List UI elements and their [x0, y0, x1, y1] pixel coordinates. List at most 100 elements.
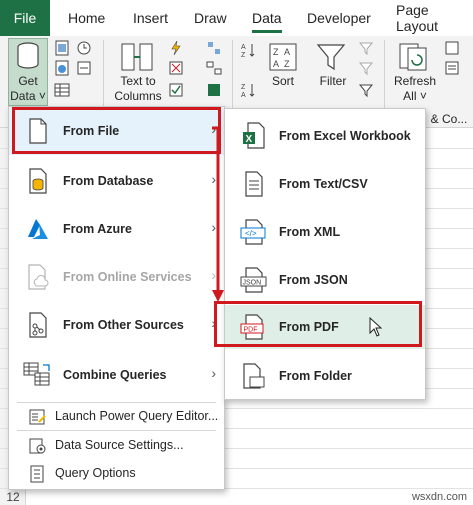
- menu-separator: [17, 402, 216, 403]
- from-excel-workbook-label: From Excel Workbook: [279, 129, 411, 143]
- query-options-label: Query Options: [55, 466, 136, 480]
- menu-item-from-azure[interactable]: From Azure ›: [9, 205, 224, 253]
- azure-icon: [23, 213, 53, 245]
- properties-icon[interactable]: [444, 60, 460, 76]
- ribbon-tab-bar: File Home Insert Draw Data Developer Pag…: [0, 0, 473, 36]
- relationships-icon[interactable]: [206, 60, 222, 76]
- data-validation-icon[interactable]: [168, 82, 184, 98]
- tab-page-layout[interactable]: Page Layout: [396, 0, 473, 36]
- tab-data[interactable]: Data: [252, 0, 282, 36]
- watermark: wsxdn.com: [411, 491, 467, 503]
- query-options-icon: [30, 465, 44, 483]
- highlight-box-from-file: [12, 107, 221, 154]
- svg-text:A: A: [241, 92, 246, 98]
- from-text-csv-label: From Text/CSV: [279, 177, 368, 191]
- consolidate-icon[interactable]: [206, 40, 222, 56]
- text-to-columns-icon[interactable]: [120, 42, 156, 72]
- submenu-item-from-json[interactable]: JSON From JSON: [225, 256, 425, 304]
- from-folder-label: From Folder: [279, 369, 352, 383]
- menu-separator: [17, 430, 216, 431]
- submenu-item-from-folder[interactable]: From Folder: [225, 352, 425, 400]
- power-query-editor-icon: [29, 409, 46, 425]
- menu-item-from-database[interactable]: From Database ›: [9, 157, 224, 205]
- queries-connections-icon[interactable]: [444, 40, 460, 56]
- svg-text:A: A: [273, 59, 279, 69]
- xml-icon: </>: [239, 216, 269, 248]
- tab-insert[interactable]: Insert: [133, 0, 168, 36]
- recent-sources-icon[interactable]: [76, 40, 92, 56]
- svg-text:Z: Z: [241, 84, 246, 91]
- combine-queries-label: Combine Queries: [63, 368, 167, 382]
- from-web-icon[interactable]: [54, 60, 70, 76]
- text-to-columns-label-2: Columns: [114, 89, 162, 103]
- data-source-settings-icon: [29, 438, 46, 454]
- tab-developer[interactable]: Developer: [307, 0, 371, 36]
- launch-power-query-editor-label: Launch Power Query Editor...: [55, 409, 219, 423]
- tab-file[interactable]: File: [0, 0, 50, 36]
- get-data-menu: From File › From Database › From Azure ›…: [8, 106, 225, 490]
- json-icon: JSON: [239, 264, 269, 296]
- reapply-icon[interactable]: [358, 60, 374, 76]
- menu-item-from-other-sources[interactable]: From Other Sources ›: [9, 301, 224, 349]
- online-services-icon: [23, 261, 53, 293]
- tab-home[interactable]: Home: [68, 0, 105, 36]
- svg-text:A: A: [241, 44, 246, 51]
- submenu-item-from-xml[interactable]: </> From XML: [225, 208, 425, 256]
- get-data-label-1: Get: [18, 74, 38, 88]
- text-to-columns-label-1: Text to: [120, 74, 156, 88]
- clear-filter-icon[interactable]: [358, 40, 374, 56]
- svg-text:Z: Z: [273, 47, 279, 57]
- sort-label: Sort: [271, 74, 294, 88]
- sort-ascending-icon[interactable]: AZ: [240, 42, 256, 58]
- queries-connections-label: & Co...: [430, 112, 468, 126]
- json-glyph: JSON: [243, 280, 262, 287]
- menu-item-from-online-services: From Online Services ›: [9, 253, 224, 301]
- submenu-arrow-icon: ›: [211, 365, 216, 381]
- database-icon: [23, 165, 53, 197]
- filter-icon[interactable]: [316, 42, 346, 72]
- from-json-label: From JSON: [279, 273, 348, 287]
- excel-x-glyph: X: [246, 134, 253, 145]
- folder-icon: [239, 360, 269, 392]
- from-database-label: From Database: [63, 174, 154, 188]
- filter-label: Filter: [319, 74, 347, 88]
- refresh-all-label-1: Refresh: [393, 74, 437, 88]
- existing-connections-icon[interactable]: [76, 60, 92, 76]
- advanced-filter-icon[interactable]: [358, 82, 374, 98]
- sort-icon[interactable]: Z A A Z: [268, 42, 298, 72]
- remove-duplicates-icon[interactable]: [168, 60, 184, 76]
- from-text-icon[interactable]: [54, 40, 70, 56]
- menu-item-combine-queries[interactable]: Combine Queries ›: [9, 351, 224, 399]
- submenu-item-from-text-csv[interactable]: From Text/CSV: [225, 160, 425, 208]
- menu-item-query-options[interactable]: Query Options: [9, 462, 224, 486]
- data-source-settings-label: Data Source Settings...: [55, 438, 184, 452]
- svg-text:Z: Z: [284, 59, 290, 69]
- xml-glyph: </>: [245, 229, 257, 238]
- combine-queries-icon: [23, 359, 53, 391]
- menu-item-data-source-settings[interactable]: Data Source Settings...: [9, 434, 224, 458]
- submenu-item-from-excel-workbook[interactable]: X From Excel Workbook: [225, 112, 425, 160]
- svg-text:A: A: [284, 47, 290, 57]
- database-icon: [17, 42, 39, 69]
- menu-item-launch-power-query-editor[interactable]: Launch Power Query Editor...: [9, 405, 224, 429]
- other-sources-icon: [23, 309, 53, 341]
- from-online-services-label: From Online Services: [63, 270, 192, 284]
- sort-descending-icon[interactable]: ZA: [240, 82, 256, 98]
- from-other-sources-label: From Other Sources: [63, 318, 184, 332]
- text-csv-icon: [239, 168, 269, 200]
- flash-fill-icon[interactable]: [168, 40, 184, 56]
- excel-workbook-icon: X: [239, 120, 269, 152]
- from-file-submenu: X From Excel Workbook From Text/CSV </> …: [224, 108, 426, 400]
- from-xml-label: From XML: [279, 225, 341, 239]
- red-arrow-connector: [212, 126, 224, 302]
- refresh-all-label-2: All ˅: [403, 89, 427, 103]
- tab-draw[interactable]: Draw: [194, 0, 227, 36]
- data-model-icon[interactable]: [206, 82, 222, 98]
- from-azure-label: From Azure: [63, 222, 132, 236]
- svg-text:Z: Z: [241, 52, 246, 58]
- get-data-label-2: Data ˅: [10, 89, 46, 103]
- row-number[interactable]: 12: [0, 490, 26, 504]
- refresh-all-icon[interactable]: [398, 42, 430, 72]
- highlight-box-from-pdf: [214, 301, 422, 347]
- from-table-icon[interactable]: [54, 82, 70, 98]
